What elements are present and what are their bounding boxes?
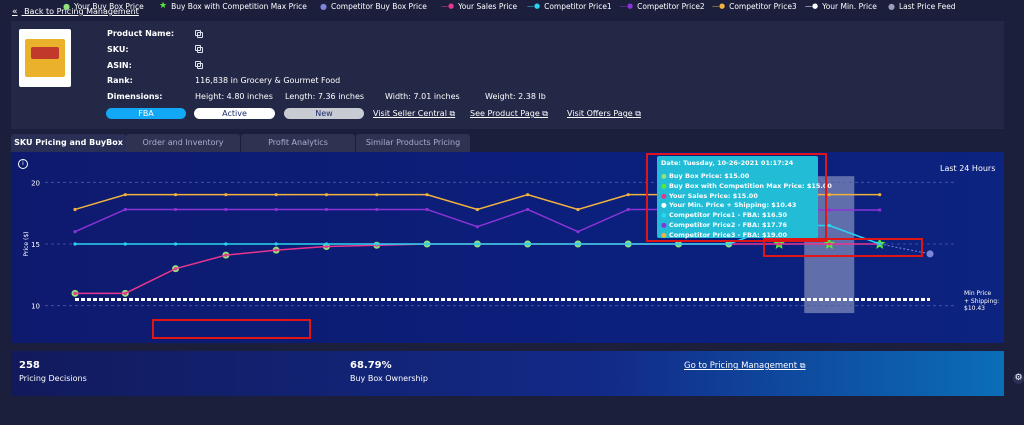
data-point-competitor-price3 — [274, 193, 278, 197]
legend-item[interactable]: ● Last Price Feed — [888, 0, 956, 12]
dashed-line-icon: —● — [805, 2, 819, 10]
data-point-your-sales-price — [173, 267, 178, 271]
go-to-pricing-link[interactable]: Go to Pricing Management ⧉ — [684, 361, 806, 371]
data-point-competitor-price1 — [626, 242, 630, 246]
gear-icon[interactable]: ⚙ — [1013, 373, 1024, 384]
data-point-competitor-price2 — [324, 207, 329, 212]
line-marker-icon: —● — [712, 2, 726, 10]
data-point-competitor-price3 — [73, 207, 77, 212]
legend-item[interactable]: —● Competitor Price2 — [620, 0, 705, 12]
star-icon: ★ — [159, 1, 168, 11]
data-point-competitor-price3 — [526, 193, 530, 197]
data-point-competitor-price2 — [827, 208, 832, 212]
link-label: Go to Pricing Management — [684, 361, 798, 371]
legend-label: Your Sales Price — [458, 1, 518, 11]
stats-panel — [11, 351, 1004, 396]
y-axis-label: Price ($) — [23, 231, 30, 256]
legend-label: Competitor Price3 — [729, 1, 797, 11]
data-point-competitor-price1 — [274, 242, 278, 246]
data-point-competitor-price3 — [375, 193, 379, 197]
pricing-decisions-value: 258 — [19, 360, 40, 371]
data-point-competitor-price1 — [224, 242, 228, 246]
data-point-competitor-price1 — [576, 242, 580, 246]
legend-item[interactable]: ★ Buy Box with Competition Max Price — [159, 0, 307, 12]
data-point-competitor-price2 — [123, 207, 127, 212]
legend-label: Competitor Buy Box Price — [330, 1, 427, 11]
data-point-competitor-price3 — [425, 193, 429, 197]
data-point-competitor-price3 — [475, 207, 479, 212]
data-point-competitor-price3 — [626, 193, 630, 197]
line-marker-icon: —● — [620, 2, 634, 10]
data-point-competitor-price3 — [576, 207, 580, 212]
pricing-decisions-label: Pricing Decisions — [19, 374, 87, 383]
data-point-competitor-price2 — [224, 207, 228, 212]
data-point-competitor-price1 — [727, 242, 731, 246]
data-point-competitor-price1 — [425, 242, 429, 246]
data-point-competitor-price2 — [475, 225, 479, 229]
data-point-competitor-price3 — [123, 193, 127, 197]
legend-item[interactable]: —● Your Sales Price — [441, 0, 517, 12]
legend-label: Competitor Price2 — [637, 1, 705, 11]
data-point-competitor-price1 — [676, 242, 681, 246]
data-point-competitor-price1 — [173, 242, 178, 246]
data-point-competitor-price2 — [878, 208, 882, 212]
data-point-competitor-price3 — [827, 193, 832, 197]
data-point-your-sales-price — [73, 291, 77, 295]
legend-item[interactable]: —● Your Min. Price — [805, 0, 877, 12]
stars-highlight — [763, 238, 923, 257]
external-link-icon: ⧉ — [799, 361, 806, 370]
legend-item[interactable]: —● Competitor Price3 — [712, 0, 797, 12]
data-point-competitor-price1 — [475, 242, 479, 246]
legend-label: Competitor Price1 — [544, 1, 612, 11]
data-point-competitor-price1 — [526, 242, 530, 246]
data-point-competitor-price2 — [576, 230, 580, 234]
data-point-your-sales-price — [224, 253, 228, 257]
min-price-annotation-line: Min Price — [964, 290, 992, 297]
data-point-competitor-price2 — [173, 207, 178, 212]
legend-label: Last Price Feed — [898, 1, 956, 11]
legend-item[interactable]: —● Competitor Price1 — [527, 0, 612, 12]
data-point-competitor-price2 — [375, 207, 379, 212]
data-point-competitor-price1 — [324, 242, 329, 246]
buybox-ownership-label: Buy Box Ownership — [350, 374, 428, 383]
data-point-competitor-price2 — [626, 207, 630, 212]
data-point-competitor-price2 — [425, 207, 429, 212]
data-point-competitor-price2 — [526, 207, 530, 212]
min-price-annotation-line: $10.43 — [964, 305, 985, 312]
data-point-competitor-price3 — [173, 193, 178, 197]
y-tick-label: 15 — [31, 241, 40, 249]
circle-marker-icon: ● — [63, 1, 70, 11]
data-point-competitor-price3 — [324, 193, 329, 197]
data-point-competitor-price2 — [274, 207, 278, 212]
legend-item[interactable]: ● Competitor Buy Box Price — [320, 0, 427, 12]
data-point-competitor-price3 — [224, 193, 228, 197]
circle-marker-icon: ● — [888, 1, 895, 11]
line-marker-icon: —● — [527, 2, 541, 10]
min-price-annotation: Min Price + Shipping: $10.43 — [964, 290, 999, 313]
y-tick-label: 10 — [31, 303, 40, 311]
data-point-your-sales-price — [123, 291, 127, 295]
legend-highlight — [152, 319, 311, 339]
min-price-annotation-line: + Shipping: — [964, 297, 1000, 305]
tooltip-highlight — [646, 153, 827, 242]
data-point-competitor-price1 — [827, 223, 832, 228]
circle-marker-icon: ● — [320, 1, 327, 11]
legend-label: Your Buy Box Price — [73, 1, 144, 11]
data-point-competitor-price1 — [375, 242, 379, 246]
y-tick-label: 20 — [31, 179, 40, 187]
data-point-competitor-price2 — [73, 230, 77, 234]
legend-item[interactable]: ● Your Buy Box Price — [63, 0, 144, 12]
data-point-competitor-price1 — [73, 242, 77, 246]
line-marker-icon: —● — [441, 2, 455, 10]
buybox-ownership-value: 68.79% — [350, 360, 392, 371]
data-point-your-sales-price — [274, 248, 278, 252]
data-point-competitor-price1 — [123, 242, 127, 246]
series-line-your-sales-price — [75, 243, 880, 295]
legend-label: Buy Box with Competition Max Price — [171, 1, 307, 11]
data-point-competitor-price3 — [878, 193, 882, 197]
legend-label: Your Min. Price — [822, 1, 877, 11]
